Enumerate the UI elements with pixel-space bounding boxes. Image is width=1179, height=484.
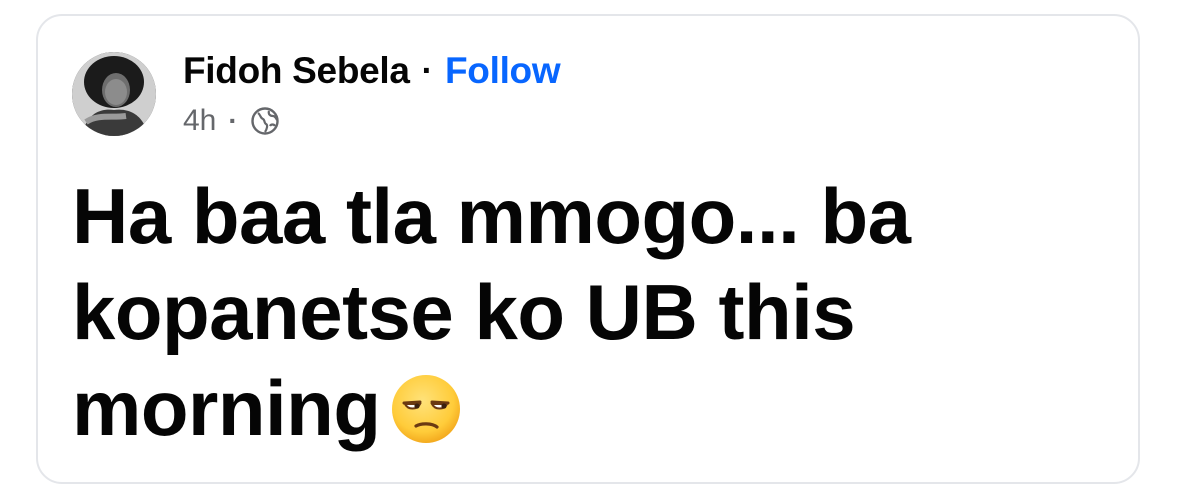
- post-text: Ha baa tla mmogo... ba kopanetse ko UB th…: [72, 168, 1112, 456]
- separator-dot: ·: [421, 51, 433, 90]
- globe-icon[interactable]: [250, 106, 280, 136]
- post-meta: 4h ·: [183, 103, 280, 139]
- post-text-line-1: Ha baa tla mmogo... ba: [72, 172, 911, 260]
- author-row: Fidoh Sebela · Follow: [183, 48, 561, 94]
- unamused-face-emoji: [392, 375, 461, 443]
- avatar-image: [72, 52, 156, 136]
- follow-button[interactable]: Follow: [445, 50, 561, 92]
- avatar[interactable]: [72, 52, 156, 136]
- post-timestamp[interactable]: 4h: [183, 104, 216, 138]
- meta-separator-dot: ·: [228, 105, 238, 136]
- author-name[interactable]: Fidoh Sebela: [183, 50, 410, 92]
- post-text-line-2: kopanetse ko UB this: [72, 268, 856, 356]
- post-text-line-3: morning: [72, 364, 381, 452]
